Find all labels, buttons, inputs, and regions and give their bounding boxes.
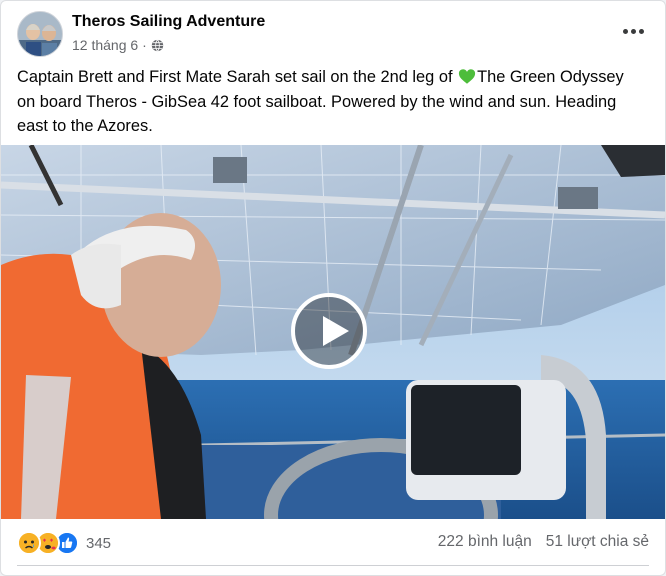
sad-icon <box>17 531 41 555</box>
post-text-part-1: Captain Brett and First Mate Sarah set s… <box>17 68 458 86</box>
post-footer: 345 222 bình luận 51 lượt chia sẻ <box>17 519 649 566</box>
post-stats: 222 bình luận 51 lượt chia sẻ <box>438 533 649 551</box>
facebook-post: Theros Sailing Adventure 12 tháng 6 · Ca… <box>0 0 666 576</box>
video-player[interactable] <box>1 145 665 519</box>
green-heart-icon <box>458 69 476 84</box>
dot-icon <box>622 28 628 34</box>
post-text: Captain Brett and First Mate Sarah set s… <box>17 65 645 139</box>
page-avatar[interactable] <box>17 11 63 57</box>
reaction-count: 345 <box>86 534 112 552</box>
meta-separator: · <box>142 37 147 53</box>
post-date[interactable]: 12 tháng 6 <box>72 37 138 53</box>
more-options-button[interactable] <box>619 17 647 45</box>
post-header: Theros Sailing Adventure 12 tháng 6 · <box>17 11 649 57</box>
dot-icon <box>630 28 636 34</box>
shares-count-link[interactable]: 51 lượt chia sẻ <box>546 533 649 551</box>
post-meta: 12 tháng 6 · <box>72 37 164 53</box>
comments-count-link[interactable]: 222 bình luận <box>438 533 532 551</box>
dot-icon <box>638 28 644 34</box>
page-name[interactable]: Theros Sailing Adventure <box>72 13 265 31</box>
globe-icon <box>151 39 164 51</box>
play-button[interactable] <box>291 293 367 369</box>
reactions-summary[interactable]: 345 <box>17 531 111 555</box>
